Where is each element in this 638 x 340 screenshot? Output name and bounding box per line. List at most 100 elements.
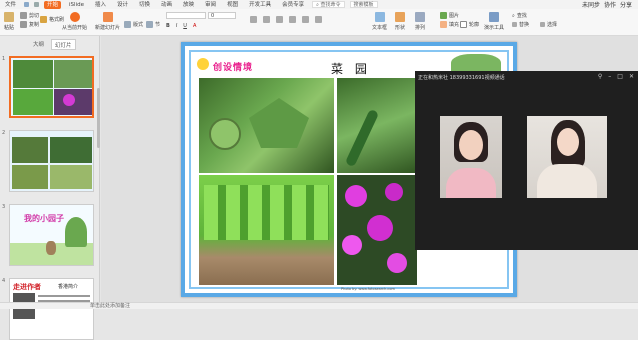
video-call-title: 正在和热米社 18399331691视频通话 — [418, 75, 505, 81]
font-color-icon[interactable]: A — [193, 23, 196, 29]
tab-islide[interactable]: iSlide — [66, 1, 87, 9]
line-spacing-icon[interactable] — [315, 16, 322, 23]
notes-placeholder[interactable]: 单击此处添加备注 — [90, 303, 130, 309]
tab-slides[interactable]: 幻灯片 — [51, 39, 76, 50]
slide-thumbnail-1[interactable] — [9, 56, 94, 118]
shape-button[interactable]: 形状 — [395, 12, 405, 31]
slide4-subtitle: 香港简介 — [58, 284, 79, 290]
select-label: 选择 — [547, 22, 558, 28]
maximize-icon[interactable]: □ — [617, 73, 623, 80]
shape-icon — [395, 12, 405, 22]
photo-caption: Photo by: www.fotosearch.com — [341, 287, 395, 291]
textbox-label: 文本框 — [372, 25, 388, 31]
slide-number: 3 — [2, 204, 6, 210]
fill-button[interactable]: 填充 — [440, 21, 459, 28]
tab-insert[interactable]: 插入 — [92, 1, 109, 9]
align-right-icon[interactable] — [302, 16, 309, 23]
tab-animation[interactable]: 动画 — [158, 1, 175, 9]
arrange-button[interactable]: 排列 — [415, 12, 425, 31]
outline-icon — [460, 21, 467, 28]
outline-button[interactable]: 轮廓 — [460, 21, 479, 28]
layout-button[interactable]: 版式 — [124, 21, 143, 28]
replace-button[interactable]: 替换 — [512, 21, 529, 28]
align-center-icon[interactable] — [289, 16, 296, 23]
slide-panel-tabs: 大纲 幻灯片 — [0, 36, 99, 50]
presenter-tools-button[interactable]: 演示工具 — [484, 12, 504, 31]
arrange-label: 排列 — [415, 25, 426, 31]
replace-label: 替换 — [519, 22, 530, 28]
slide-thumbnail-2[interactable] — [9, 130, 94, 192]
tab-member[interactable]: 会员专享 — [279, 1, 307, 9]
numbered-list-icon[interactable] — [263, 16, 270, 23]
video-call-window[interactable]: 正在和热米社 18399331691视频通话 ⚲ – □ ✕ — [415, 71, 638, 250]
sun-icon — [197, 58, 209, 70]
new-slide-button[interactable]: 新建幻灯片 — [95, 12, 120, 31]
copy-button[interactable]: 复制 — [20, 21, 39, 28]
tab-outline[interactable]: 大纲 — [30, 39, 47, 50]
underline-icon[interactable]: U — [183, 23, 187, 29]
share-button[interactable]: 分享 — [620, 0, 632, 9]
play-from-current-button[interactable]: 从当前开始 — [62, 12, 87, 31]
slide-title: 菜 园 — [331, 62, 371, 76]
bold-icon[interactable]: B — [166, 23, 170, 29]
italic-icon[interactable]: I — [176, 23, 177, 29]
pin-icon[interactable]: ⚲ — [598, 73, 602, 80]
tab-developer[interactable]: 开发工具 — [246, 1, 274, 9]
presenter-icon — [489, 12, 499, 22]
picture-icon — [440, 12, 447, 19]
format-painter-button[interactable]: 格式刷 — [40, 16, 64, 23]
textbox-button[interactable]: 文本框 — [372, 12, 387, 31]
layout-label: 版式 — [133, 22, 144, 28]
undo-icon[interactable] — [34, 2, 40, 7]
tab-view[interactable]: 视图 — [224, 1, 241, 9]
font-name-select[interactable] — [166, 12, 206, 19]
section-button[interactable]: 节 — [146, 21, 160, 28]
scissors-icon — [20, 12, 27, 19]
brush-icon — [40, 16, 47, 23]
collab-button[interactable]: 协作 — [604, 0, 616, 9]
tab-home[interactable]: 开始 — [44, 0, 62, 9]
minimize-icon[interactable]: – — [608, 73, 611, 80]
section-icon — [146, 21, 153, 28]
fill-icon — [440, 21, 447, 28]
select-button[interactable]: 选择 — [540, 21, 557, 28]
slide-thumbnail-4[interactable]: 走进作者 香港简介 — [9, 278, 94, 340]
section-label: 节 — [155, 22, 161, 28]
search-command-input[interactable]: ⌕ 查找命令 — [312, 1, 345, 8]
tab-slideshow[interactable]: 放映 — [180, 1, 197, 9]
save-icon[interactable] — [24, 2, 30, 7]
cursor-icon — [540, 22, 545, 27]
play-from-current-label: 从当前开始 — [62, 25, 88, 31]
search-command-label: 查找命令 — [320, 2, 341, 8]
find-label: 查找 — [516, 13, 527, 19]
outline-label: 轮廓 — [469, 22, 480, 28]
copy-icon — [20, 21, 27, 28]
bullet-list-icon[interactable] — [250, 16, 257, 23]
slide3-title: 我的小园子 — [24, 214, 64, 223]
slide4-title: 走进作者 — [13, 283, 41, 291]
search-template-input[interactable]: 搜索模板 — [349, 1, 378, 8]
find-button[interactable]: ⌕ 查找 — [512, 12, 527, 20]
picture-label: 图片 — [449, 13, 460, 19]
font-size-select[interactable]: 0 — [208, 12, 236, 19]
slide-number: 1 — [2, 56, 6, 62]
search-icon: ⌕ — [316, 2, 319, 8]
tab-transition[interactable]: 切换 — [136, 1, 153, 9]
sidebar-scrollbar[interactable] — [97, 88, 100, 148]
cut-button[interactable]: 剪切 — [20, 12, 39, 19]
lettuce-photo — [199, 175, 334, 285]
paste-button[interactable]: 粘贴 — [4, 12, 14, 31]
cucumber-photo — [337, 78, 417, 173]
align-left-icon[interactable] — [276, 16, 283, 23]
slide-panel: 大纲 幻灯片 1 2 3 我的小园子 4 走进作者 香港简介 — [0, 36, 100, 340]
tab-review[interactable]: 审阅 — [202, 1, 219, 9]
unsync-status[interactable]: 未同步 — [582, 0, 600, 9]
copy-label: 复制 — [29, 22, 40, 28]
picture-button[interactable]: 图片 — [440, 12, 459, 19]
close-icon[interactable]: ✕ — [629, 73, 634, 80]
file-menu[interactable]: 文件 — [2, 1, 19, 9]
slide-thumbnail-3[interactable]: 我的小园子 — [9, 204, 94, 266]
tab-design[interactable]: 设计 — [114, 1, 131, 9]
slide-number: 2 — [2, 130, 6, 136]
ribbon-toolbar: 粘贴 剪切 复制 格式刷 从当前开始 新建幻灯片 版式 节 0 B I U A … — [0, 9, 638, 36]
